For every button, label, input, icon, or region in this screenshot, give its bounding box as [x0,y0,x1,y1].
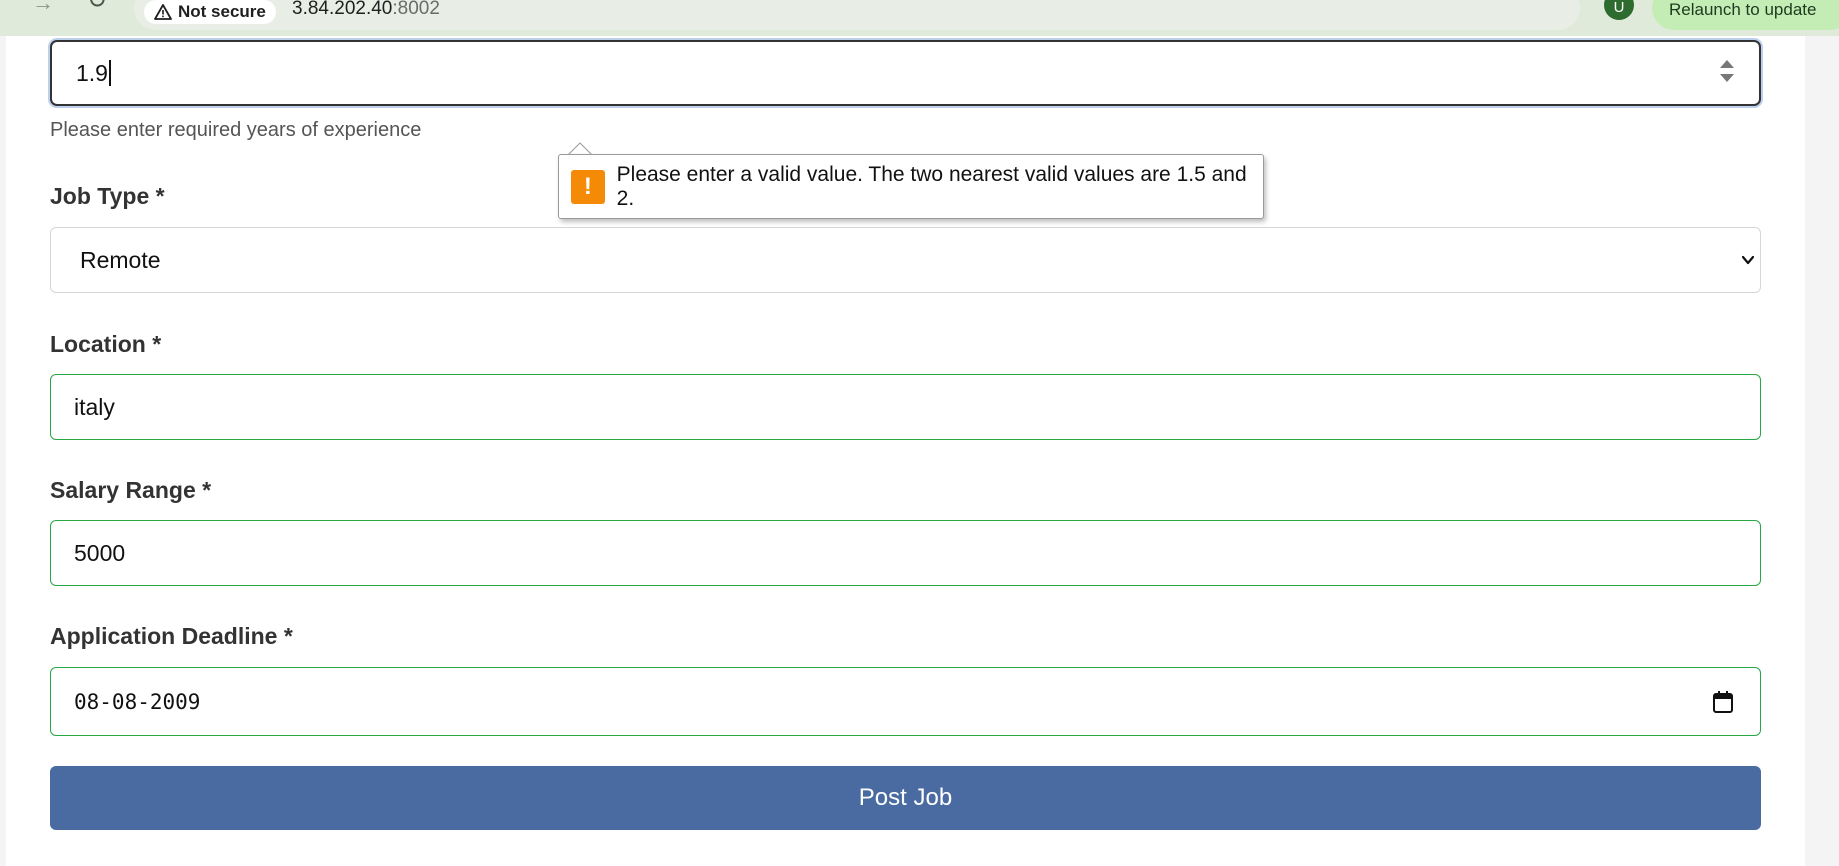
number-spinner[interactable] [1719,60,1735,88]
experience-help-text: Please enter required years of experienc… [50,119,422,141]
validation-tooltip: ! Please enter a valid value. The two ne… [558,154,1264,219]
spin-down-icon[interactable] [1720,74,1734,82]
forward-icon[interactable]: → [26,0,60,14]
exclamation-icon: ! [571,169,605,204]
deadline-input[interactable]: 08-08-2009 [50,667,1761,736]
experience-input[interactable]: 1.9 [50,40,1761,106]
url-text[interactable]: 3.84.202.40:8002 [292,0,440,18]
location-input[interactable]: italy [50,374,1761,440]
profile-avatar[interactable]: U [1604,0,1634,20]
browser-toolbar: → ↻ Not secure 3.84.202.40:8002 ☆ U Rela… [0,0,1839,36]
reload-icon[interactable]: ↻ [80,0,114,13]
validation-message: Please enter a valid value. The two near… [616,162,1247,210]
spin-up-icon[interactable] [1720,60,1734,68]
calendar-icon[interactable] [1712,690,1734,714]
security-indicator[interactable]: Not secure [144,0,276,24]
job-type-selected: Remote [80,246,161,273]
security-label: Not secure [178,2,266,21]
post-job-button[interactable]: Post Job [50,766,1761,830]
relaunch-button[interactable]: Relaunch to update [1652,0,1839,30]
salary-value: 5000 [74,539,126,566]
experience-value: 1.9 [76,59,108,86]
job-type-label: Job Type * [50,183,165,209]
url-port: :8002 [392,0,440,19]
job-post-form: 1.9 Please enter required years of exper… [6,36,1805,866]
text-caret [108,60,111,86]
address-bar[interactable]: Not secure 3.84.202.40:8002 ☆ [134,0,1687,30]
job-type-select[interactable]: Remote [50,227,1761,293]
warning-icon [154,4,172,20]
relaunch-label: Relaunch to update [1669,0,1817,19]
url-host: 3.84.202.40 [292,0,393,19]
profile-initial: U [1613,0,1625,16]
deadline-value: 08-08-2009 [74,689,201,714]
chevron-down-icon [1741,255,1755,265]
location-label: Location * [50,331,162,357]
deadline-label: Application Deadline * [50,623,293,649]
salary-label: Salary Range * [50,477,212,503]
salary-input[interactable]: 5000 [50,520,1761,586]
post-job-label: Post Job [858,784,953,811]
location-value: italy [74,393,115,420]
